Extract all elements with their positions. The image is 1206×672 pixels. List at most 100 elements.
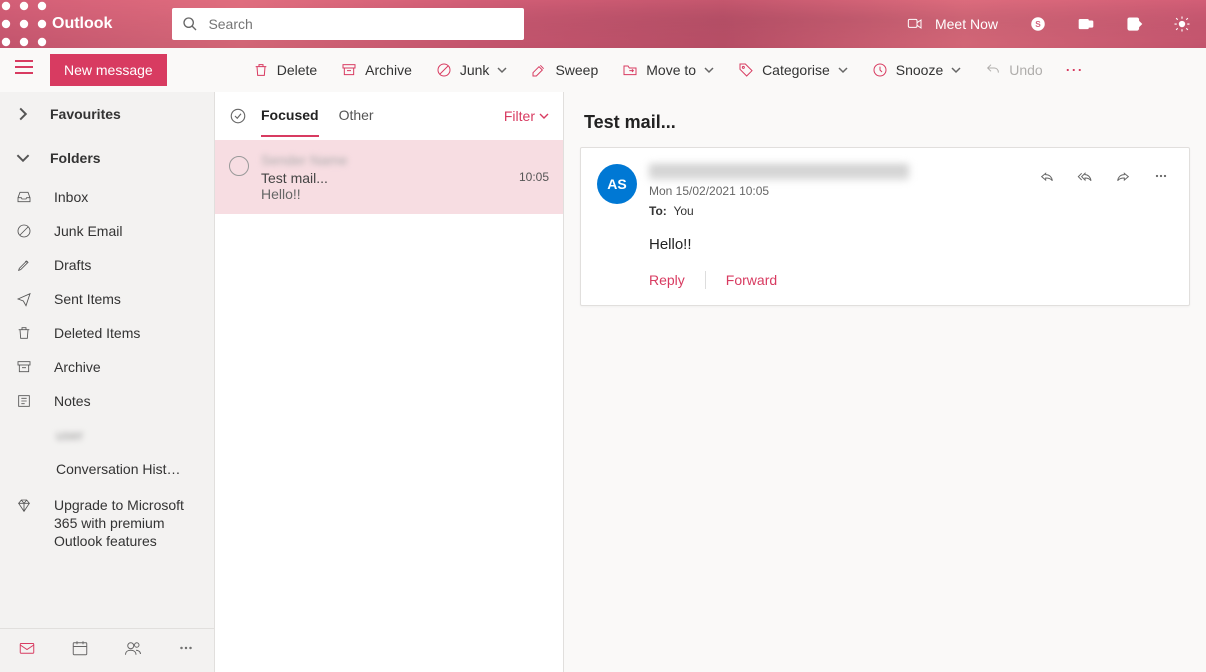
forward-arrow-icon[interactable] [1111,164,1135,188]
move-to-button[interactable]: Move to [610,48,726,92]
email-footer-actions: Reply Forward [649,271,1173,289]
to-label: To: [649,204,667,218]
reply-link[interactable]: Reply [649,272,685,288]
tab-other[interactable]: Other [339,107,374,137]
reply-icon[interactable] [1035,164,1059,188]
tag-icon [738,62,754,78]
note-icon [16,393,32,409]
nav-toggle-icon[interactable] [0,60,48,79]
categorise-label: Categorise [762,62,830,78]
sweep-label: Sweep [555,62,598,78]
avatar: AS [597,164,637,204]
search-input[interactable] [208,16,514,32]
categorise-button[interactable]: Categorise [726,48,860,92]
undo-icon [985,62,1001,78]
settings-icon[interactable] [1158,0,1206,48]
junk-button[interactable]: Junk [424,48,520,92]
move-to-label: Move to [646,62,696,78]
pencil-icon [16,257,32,273]
favourites-label: Favourites [50,106,121,122]
email-date: Mon 15/02/2021 10:05 [649,184,1023,198]
search-wrapper [172,8,524,40]
chevron-down-icon [951,65,961,75]
select-all-icon[interactable] [229,107,247,125]
sent-label: Sent Items [54,291,121,307]
archive-label: Archive [365,62,412,78]
archive-button[interactable]: Archive [329,48,424,92]
message-subject: Test mail... [261,170,507,186]
drafts-label: Drafts [54,257,91,273]
email-header: AS Mon 15/02/2021 10:05 To: You [597,164,1173,218]
sidebar-item-sent[interactable]: Sent Items [0,282,214,316]
more-actions-icon[interactable] [1149,164,1173,188]
select-message-checkbox[interactable] [229,156,249,176]
sidebar-item-junk[interactable]: Junk Email [0,214,214,248]
junk-label: Junk [460,62,490,78]
message-summary: Sender Name Test mail... Hello!! [261,152,507,202]
to-value: You [673,204,693,218]
header-right: Meet Now S [889,0,1206,48]
sidebar-item-inbox[interactable]: Inbox [0,180,214,214]
email-meta: Mon 15/02/2021 10:05 To: You [649,164,1023,218]
undo-label: Undo [1009,62,1042,78]
nav-mail-icon[interactable] [0,639,53,662]
sidebar-item-drafts[interactable]: Drafts [0,248,214,282]
toolbar-more-button[interactable]: ⋯ [1055,61,1093,79]
skype-icon[interactable]: S [1014,0,1062,48]
message-list-pane: Focused Other Filter Sender Name Test ma… [214,92,564,672]
video-icon [905,16,925,32]
svg-text:S: S [1035,20,1041,29]
delete-label: Delete [277,62,317,78]
message-sender: Sender Name [261,152,507,168]
search-box[interactable] [172,8,524,40]
filter-button[interactable]: Filter [504,108,549,124]
email-card: AS Mon 15/02/2021 10:05 To: You Hello!! [580,147,1190,306]
snooze-button[interactable]: Snooze [860,48,973,92]
chevron-down-icon [704,65,714,75]
filter-label: Filter [504,108,535,124]
sidebar: Favourites Folders Inbox Junk Email Draf… [0,92,214,672]
reading-pane: Test mail... AS Mon 15/02/2021 10:05 To:… [564,92,1206,672]
folder-move-icon [622,62,638,78]
sidebar-item-archive[interactable]: Archive [0,350,214,384]
sweep-button[interactable]: Sweep [519,48,610,92]
new-message-button[interactable]: New message [50,54,167,86]
undo-button[interactable]: Undo [973,48,1054,92]
nav-calendar-icon[interactable] [53,639,106,662]
tab-focused[interactable]: Focused [261,107,319,137]
delete-button[interactable]: Delete [241,48,329,92]
search-icon [182,16,198,32]
message-list-item[interactable]: Sender Name Test mail... Hello!! 10:05 [215,140,563,214]
message-preview: Hello!! [261,186,507,202]
chevron-down-icon [16,151,30,165]
block-icon [16,223,32,239]
my-day-icon[interactable] [1110,0,1158,48]
nav-more-icon[interactable] [159,639,212,662]
sidebar-item-conversation-history[interactable]: Conversation Hist… [0,452,214,486]
forward-link[interactable]: Forward [726,272,777,288]
archive-icon [341,62,357,78]
sidebar-item-notes[interactable]: Notes [0,384,214,418]
trash-icon [253,62,269,78]
reply-all-icon[interactable] [1073,164,1097,188]
meet-now-button[interactable]: Meet Now [889,16,1014,32]
email-from-redacted [649,164,909,180]
favourites-section[interactable]: Favourites [0,92,214,136]
sidebar-item-account[interactable]: user [0,418,214,452]
sidebar-item-deleted[interactable]: Deleted Items [0,316,214,350]
nav-people-icon[interactable] [106,639,159,662]
notes-label: Notes [54,393,91,409]
teams-icon[interactable] [1062,0,1110,48]
chevron-down-icon [497,65,507,75]
sidebar-item-upgrade[interactable]: Upgrade to Microsoft 365 with premium Ou… [0,486,214,561]
toolbar: New message Delete Archive Junk Sweep Mo… [0,48,1206,92]
folders-section[interactable]: Folders [0,136,214,180]
app-launcher-icon[interactable] [0,0,48,48]
meet-now-label: Meet Now [935,16,998,32]
inbox-tabs: Focused Other [261,107,374,125]
deleted-label: Deleted Items [54,325,140,341]
email-quick-actions [1035,164,1173,188]
email-to: To: You [649,204,1023,218]
folders-label: Folders [50,150,101,166]
junk-label: Junk Email [54,223,122,239]
